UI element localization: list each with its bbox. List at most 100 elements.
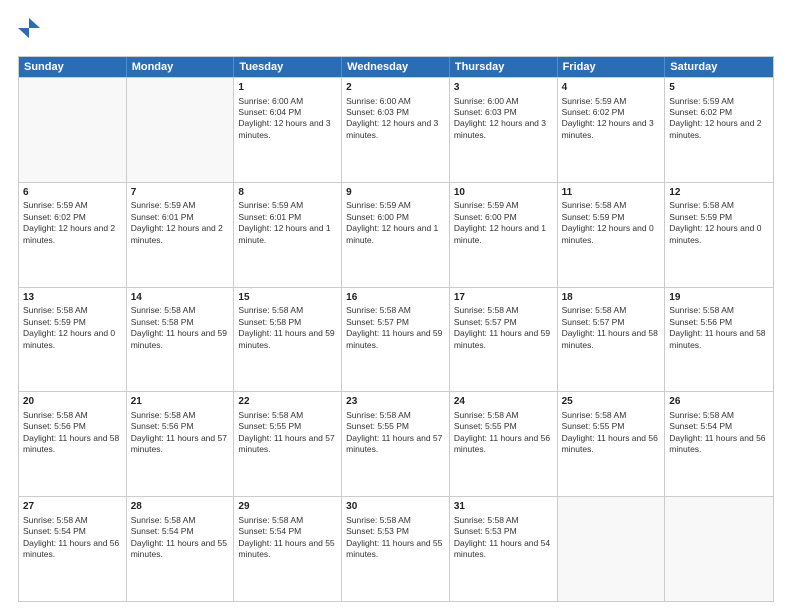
day-number: 23 bbox=[346, 395, 445, 409]
cell-sun-info: Sunrise: 5:58 AM Sunset: 5:54 PM Dayligh… bbox=[131, 515, 230, 561]
cal-cell: 21Sunrise: 5:58 AM Sunset: 5:56 PM Dayli… bbox=[127, 392, 235, 496]
cal-cell bbox=[665, 497, 773, 601]
cal-cell: 18Sunrise: 5:58 AM Sunset: 5:57 PM Dayli… bbox=[558, 288, 666, 392]
cal-cell: 15Sunrise: 5:58 AM Sunset: 5:58 PM Dayli… bbox=[234, 288, 342, 392]
calendar-header-row: SundayMondayTuesdayWednesdayThursdayFrid… bbox=[19, 57, 773, 77]
cell-sun-info: Sunrise: 5:58 AM Sunset: 5:55 PM Dayligh… bbox=[238, 410, 337, 456]
cell-sun-info: Sunrise: 5:58 AM Sunset: 5:59 PM Dayligh… bbox=[562, 200, 661, 246]
day-number: 24 bbox=[454, 395, 553, 409]
day-number: 12 bbox=[669, 186, 769, 200]
cell-sun-info: Sunrise: 5:58 AM Sunset: 5:58 PM Dayligh… bbox=[238, 305, 337, 351]
calendar: SundayMondayTuesdayWednesdayThursdayFrid… bbox=[18, 56, 774, 602]
cal-cell: 10Sunrise: 5:59 AM Sunset: 6:00 PM Dayli… bbox=[450, 183, 558, 287]
day-number: 29 bbox=[238, 500, 337, 514]
cal-cell: 22Sunrise: 5:58 AM Sunset: 5:55 PM Dayli… bbox=[234, 392, 342, 496]
cell-sun-info: Sunrise: 5:59 AM Sunset: 6:01 PM Dayligh… bbox=[238, 200, 337, 246]
day-number: 16 bbox=[346, 291, 445, 305]
day-number: 30 bbox=[346, 500, 445, 514]
cell-sun-info: Sunrise: 6:00 AM Sunset: 6:03 PM Dayligh… bbox=[454, 96, 553, 142]
cell-sun-info: Sunrise: 5:58 AM Sunset: 5:55 PM Dayligh… bbox=[454, 410, 553, 456]
cal-cell: 4Sunrise: 5:59 AM Sunset: 6:02 PM Daylig… bbox=[558, 78, 666, 182]
cal-cell bbox=[558, 497, 666, 601]
cell-sun-info: Sunrise: 5:58 AM Sunset: 5:54 PM Dayligh… bbox=[23, 515, 122, 561]
week-row-2: 13Sunrise: 5:58 AM Sunset: 5:59 PM Dayli… bbox=[19, 287, 773, 392]
cell-sun-info: Sunrise: 6:00 AM Sunset: 6:04 PM Dayligh… bbox=[238, 96, 337, 142]
day-number: 22 bbox=[238, 395, 337, 409]
cell-sun-info: Sunrise: 5:58 AM Sunset: 5:55 PM Dayligh… bbox=[346, 410, 445, 456]
day-number: 17 bbox=[454, 291, 553, 305]
day-number: 31 bbox=[454, 500, 553, 514]
cal-cell: 9Sunrise: 5:59 AM Sunset: 6:00 PM Daylig… bbox=[342, 183, 450, 287]
cal-cell: 29Sunrise: 5:58 AM Sunset: 5:54 PM Dayli… bbox=[234, 497, 342, 601]
cal-cell: 20Sunrise: 5:58 AM Sunset: 5:56 PM Dayli… bbox=[19, 392, 127, 496]
day-number: 3 bbox=[454, 81, 553, 95]
header-cell-friday: Friday bbox=[558, 57, 666, 77]
cell-sun-info: Sunrise: 5:58 AM Sunset: 5:54 PM Dayligh… bbox=[669, 410, 769, 456]
cell-sun-info: Sunrise: 5:58 AM Sunset: 5:53 PM Dayligh… bbox=[346, 515, 445, 561]
cal-cell: 14Sunrise: 5:58 AM Sunset: 5:58 PM Dayli… bbox=[127, 288, 235, 392]
day-number: 6 bbox=[23, 186, 122, 200]
day-number: 20 bbox=[23, 395, 122, 409]
day-number: 11 bbox=[562, 186, 661, 200]
day-number: 21 bbox=[131, 395, 230, 409]
cell-sun-info: Sunrise: 5:59 AM Sunset: 6:02 PM Dayligh… bbox=[669, 96, 769, 142]
cal-cell: 30Sunrise: 5:58 AM Sunset: 5:53 PM Dayli… bbox=[342, 497, 450, 601]
cell-sun-info: Sunrise: 5:58 AM Sunset: 5:58 PM Dayligh… bbox=[131, 305, 230, 351]
cell-sun-info: Sunrise: 5:58 AM Sunset: 5:59 PM Dayligh… bbox=[669, 200, 769, 246]
week-row-1: 6Sunrise: 5:59 AM Sunset: 6:02 PM Daylig… bbox=[19, 182, 773, 287]
cal-cell: 16Sunrise: 5:58 AM Sunset: 5:57 PM Dayli… bbox=[342, 288, 450, 392]
cell-sun-info: Sunrise: 5:59 AM Sunset: 6:00 PM Dayligh… bbox=[346, 200, 445, 246]
cal-cell: 17Sunrise: 5:58 AM Sunset: 5:57 PM Dayli… bbox=[450, 288, 558, 392]
day-number: 13 bbox=[23, 291, 122, 305]
cell-sun-info: Sunrise: 5:58 AM Sunset: 5:56 PM Dayligh… bbox=[23, 410, 122, 456]
cal-cell: 26Sunrise: 5:58 AM Sunset: 5:54 PM Dayli… bbox=[665, 392, 773, 496]
cell-sun-info: Sunrise: 5:58 AM Sunset: 5:57 PM Dayligh… bbox=[562, 305, 661, 351]
cal-cell: 3Sunrise: 6:00 AM Sunset: 6:03 PM Daylig… bbox=[450, 78, 558, 182]
day-number: 18 bbox=[562, 291, 661, 305]
cal-cell: 5Sunrise: 5:59 AM Sunset: 6:02 PM Daylig… bbox=[665, 78, 773, 182]
week-row-4: 27Sunrise: 5:58 AM Sunset: 5:54 PM Dayli… bbox=[19, 496, 773, 601]
cal-cell: 28Sunrise: 5:58 AM Sunset: 5:54 PM Dayli… bbox=[127, 497, 235, 601]
cell-sun-info: Sunrise: 5:58 AM Sunset: 5:56 PM Dayligh… bbox=[669, 305, 769, 351]
day-number: 9 bbox=[346, 186, 445, 200]
header-cell-tuesday: Tuesday bbox=[234, 57, 342, 77]
logo bbox=[18, 18, 44, 48]
day-number: 5 bbox=[669, 81, 769, 95]
day-number: 1 bbox=[238, 81, 337, 95]
cal-cell bbox=[19, 78, 127, 182]
header-cell-saturday: Saturday bbox=[665, 57, 773, 77]
week-row-3: 20Sunrise: 5:58 AM Sunset: 5:56 PM Dayli… bbox=[19, 391, 773, 496]
cal-cell: 13Sunrise: 5:58 AM Sunset: 5:59 PM Dayli… bbox=[19, 288, 127, 392]
cal-cell: 27Sunrise: 5:58 AM Sunset: 5:54 PM Dayli… bbox=[19, 497, 127, 601]
page: SundayMondayTuesdayWednesdayThursdayFrid… bbox=[0, 0, 792, 612]
cell-sun-info: Sunrise: 5:58 AM Sunset: 5:59 PM Dayligh… bbox=[23, 305, 122, 351]
cell-sun-info: Sunrise: 5:58 AM Sunset: 5:56 PM Dayligh… bbox=[131, 410, 230, 456]
day-number: 7 bbox=[131, 186, 230, 200]
day-number: 28 bbox=[131, 500, 230, 514]
cell-sun-info: Sunrise: 5:59 AM Sunset: 6:02 PM Dayligh… bbox=[23, 200, 122, 246]
day-number: 2 bbox=[346, 81, 445, 95]
cal-cell: 8Sunrise: 5:59 AM Sunset: 6:01 PM Daylig… bbox=[234, 183, 342, 287]
header-cell-sunday: Sunday bbox=[19, 57, 127, 77]
cell-sun-info: Sunrise: 5:58 AM Sunset: 5:53 PM Dayligh… bbox=[454, 515, 553, 561]
cal-cell: 31Sunrise: 5:58 AM Sunset: 5:53 PM Dayli… bbox=[450, 497, 558, 601]
cal-cell: 23Sunrise: 5:58 AM Sunset: 5:55 PM Dayli… bbox=[342, 392, 450, 496]
cell-sun-info: Sunrise: 5:58 AM Sunset: 5:54 PM Dayligh… bbox=[238, 515, 337, 561]
cal-cell: 2Sunrise: 6:00 AM Sunset: 6:03 PM Daylig… bbox=[342, 78, 450, 182]
cell-sun-info: Sunrise: 5:58 AM Sunset: 5:55 PM Dayligh… bbox=[562, 410, 661, 456]
day-number: 10 bbox=[454, 186, 553, 200]
cal-cell: 19Sunrise: 5:58 AM Sunset: 5:56 PM Dayli… bbox=[665, 288, 773, 392]
cal-cell: 24Sunrise: 5:58 AM Sunset: 5:55 PM Dayli… bbox=[450, 392, 558, 496]
day-number: 19 bbox=[669, 291, 769, 305]
cell-sun-info: Sunrise: 5:59 AM Sunset: 6:02 PM Dayligh… bbox=[562, 96, 661, 142]
calendar-body: 1Sunrise: 6:00 AM Sunset: 6:04 PM Daylig… bbox=[19, 77, 773, 601]
day-number: 15 bbox=[238, 291, 337, 305]
day-number: 25 bbox=[562, 395, 661, 409]
cal-cell: 12Sunrise: 5:58 AM Sunset: 5:59 PM Dayli… bbox=[665, 183, 773, 287]
header-cell-wednesday: Wednesday bbox=[342, 57, 450, 77]
header bbox=[18, 18, 774, 48]
cell-sun-info: Sunrise: 6:00 AM Sunset: 6:03 PM Dayligh… bbox=[346, 96, 445, 142]
day-number: 14 bbox=[131, 291, 230, 305]
cal-cell bbox=[127, 78, 235, 182]
cell-sun-info: Sunrise: 5:58 AM Sunset: 5:57 PM Dayligh… bbox=[346, 305, 445, 351]
